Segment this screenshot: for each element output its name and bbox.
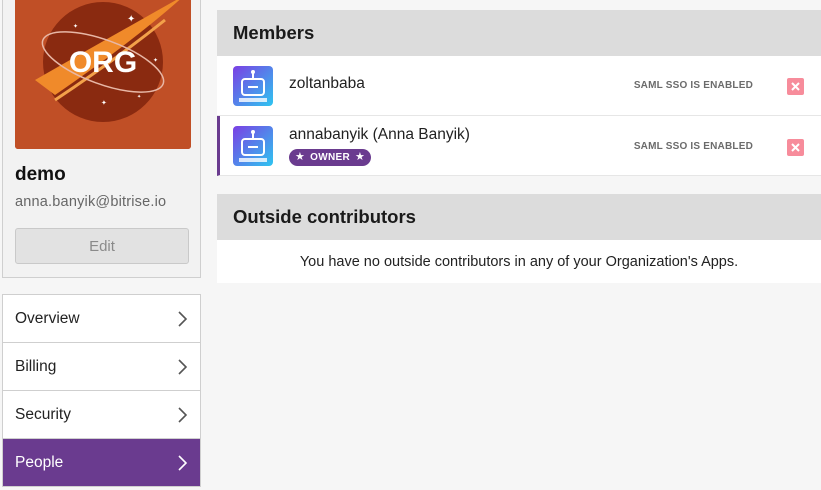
nav-item-overview[interactable]: Overview [3,295,200,343]
chevron-right-icon [176,358,188,375]
close-icon [791,82,800,91]
outside-contributors-panel: Outside contributors You have no outside… [217,194,821,283]
nav-item-label: People [15,453,64,471]
sso-status: SAML SSO IS ENABLED [633,141,753,152]
remove-member-button[interactable] [787,78,804,95]
member-row: annabanyik (Anna Banyik) ★ OWNER ★ SAML … [217,116,821,176]
owner-badge: ★ OWNER ★ [289,149,372,166]
members-panel: Members zoltanbaba SAML SSO IS ENABLED a… [217,10,821,176]
nav-item-billing[interactable]: Billing [3,343,200,391]
star-icon: ★ [355,151,366,163]
nav-item-security[interactable]: Security [3,391,200,439]
nav-item-people[interactable]: People [3,439,200,487]
org-name: demo [15,164,66,185]
org-card: ORG ✦ ✦ ✦ ✦ ✦ demo anna.banyik@bitrise.i… [2,0,201,278]
chevron-right-icon [176,454,188,471]
nav-item-label: Billing [15,357,57,375]
close-icon [791,143,800,152]
chevron-right-icon [176,310,188,327]
org-logo: ORG ✦ ✦ ✦ ✦ ✦ [15,0,191,149]
settings-nav: Overview Billing Security People [2,294,201,487]
svg-text:✦: ✦ [127,14,135,25]
svg-text:ORG: ORG [69,46,137,79]
robot-avatar-icon [233,66,273,106]
owner-badge-label: OWNER [310,152,351,163]
org-email: anna.banyik@bitrise.io [15,194,167,210]
members-title: Members [217,10,821,56]
star-icon: ★ [295,151,306,163]
chevron-right-icon [176,406,188,423]
member-name: annabanyik (Anna Banyik) [289,126,470,143]
remove-member-button[interactable] [787,139,804,156]
edit-button[interactable]: Edit [15,228,189,264]
sso-status: SAML SSO IS ENABLED [633,80,753,91]
empty-state-message: You have no outside contributors in any … [299,253,739,270]
outside-contributors-title: Outside contributors [217,194,821,240]
robot-avatar-icon [233,126,273,166]
svg-text:✦: ✦ [153,57,158,64]
nav-item-label: Overview [15,309,80,327]
nav-item-label: Security [15,405,71,423]
svg-text:✦: ✦ [137,94,141,100]
member-name: zoltanbaba [289,75,365,92]
member-row: zoltanbaba SAML SSO IS ENABLED [217,56,821,116]
svg-text:✦: ✦ [73,23,78,30]
svg-text:✦: ✦ [101,99,107,107]
